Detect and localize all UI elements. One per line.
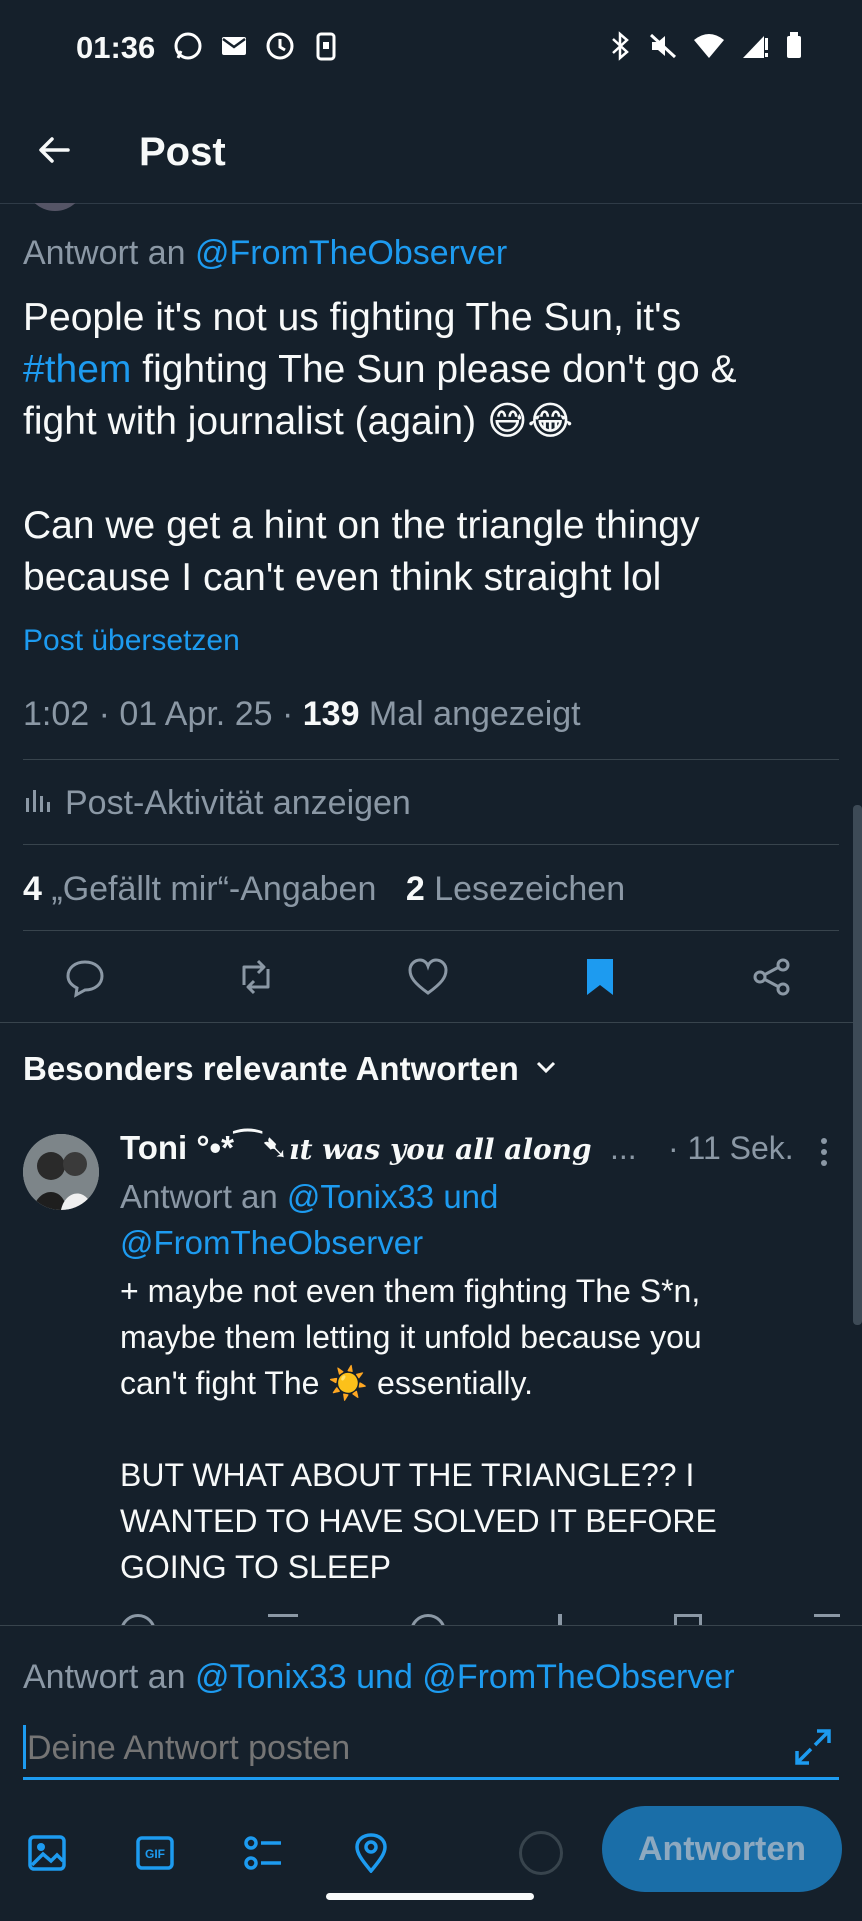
svg-text:GIF: GIF — [145, 1847, 165, 1861]
divider — [23, 930, 839, 931]
status-time: 01:36 — [76, 30, 156, 65]
post-line: fight with journalist (again) 😅😂 — [23, 400, 574, 443]
chevron-down-icon — [533, 1050, 559, 1088]
reply-handles-link[interactable]: @FromTheObserver — [120, 1220, 498, 1266]
bookmarks-stat[interactable]: 2 Lesezeichen — [406, 870, 625, 908]
whatsapp-icon — [172, 30, 204, 67]
post-reply-context: Antwort an @FromTheObserver — [23, 234, 507, 273]
reply-author[interactable]: Toni °•*⁀➷ıt was you all along — [120, 1128, 680, 1167]
post-line: People it's not us fighting The Sun, it'… — [23, 296, 682, 339]
replies-sort-dropdown[interactable]: Besonders relevante Antworten — [23, 1050, 559, 1088]
image-icon[interactable] — [27, 1833, 67, 1873]
likes-stat[interactable]: 4 „Gefällt mir“-Angaben — [23, 870, 376, 908]
views-label: Mal angezeigt — [359, 695, 581, 733]
avatar-partial — [25, 203, 85, 211]
hashtag-link[interactable]: #them — [23, 348, 131, 391]
avatar[interactable] — [23, 1134, 99, 1210]
share-icon[interactable] — [750, 955, 794, 999]
mail-icon — [218, 30, 250, 67]
translate-link[interactable]: Post übersetzen — [23, 624, 240, 658]
post-line: #them fighting The Sun please don't go & — [23, 344, 843, 396]
reply-context: Antwort an @Tonix33 und @FromTheObserver — [120, 1174, 498, 1266]
app-header: Post — [0, 100, 862, 204]
character-counter — [519, 1831, 563, 1875]
composer-reply-handles[interactable]: @Tonix33 und @FromTheObserver — [195, 1658, 735, 1696]
post-meta: 1:02 · 01 Apr. 25 · 139 Mal angezeigt — [23, 695, 581, 734]
reply-input[interactable] — [25, 1721, 769, 1775]
battery-icon — [784, 30, 804, 67]
reply-author-name-fancy: ıt was you all along — [288, 1133, 592, 1166]
post-timestamp: 1:02 · 01 Apr. 25 · — [23, 695, 303, 733]
replies-sort-label: Besonders relevante Antworten — [23, 1050, 519, 1087]
likes-count: 4 — [23, 870, 42, 908]
divider — [23, 844, 839, 845]
post-activity-label: Post-Aktivität anzeigen — [65, 784, 411, 822]
divider — [0, 1022, 862, 1023]
home-gesture-bar[interactable] — [326, 1893, 534, 1900]
views-count: 139 — [302, 695, 360, 733]
engagement-stats: 4 „Gefällt mir“-Angaben 2 Lesezeichen — [23, 870, 625, 909]
likes-label: „Gefällt mir“-Angaben — [41, 870, 377, 908]
page-title: Post — [139, 130, 226, 174]
composer-reply-prefix: Antwort an — [23, 1658, 186, 1696]
scrollbar[interactable] — [853, 805, 862, 1325]
back-arrow-icon[interactable] — [34, 130, 74, 170]
reply-line: + maybe not even them fighting The S*n, — [120, 1273, 701, 1309]
reply-line: WANTED TO HAVE SOLVED IT BEFORE — [120, 1503, 717, 1539]
reply-author-name: Toni °•*⁀➷ — [120, 1129, 289, 1166]
reply-line: can't fight The ☀️ essentially. — [120, 1365, 533, 1401]
repost-icon[interactable] — [234, 955, 278, 999]
status-bar: 01:36 — [0, 0, 862, 100]
reply-handles-link[interactable]: @Tonix33 und — [287, 1178, 498, 1215]
bluetooth-icon — [606, 30, 634, 67]
location-icon[interactable] — [351, 1833, 391, 1873]
reply-line: GOING TO SLEEP — [120, 1549, 391, 1585]
device-icon — [310, 30, 342, 67]
reply-line: maybe them letting it unfold because you — [120, 1319, 702, 1355]
post-line: because I can't even think straight lol — [23, 556, 662, 599]
gif-icon[interactable]: GIF — [135, 1833, 175, 1873]
reply-context-prefix: Antwort an — [120, 1178, 278, 1215]
bookmark-icon[interactable] — [578, 955, 622, 999]
post-activity-link[interactable]: Post-Aktivität anzeigen — [23, 784, 411, 823]
expand-icon[interactable] — [793, 1727, 833, 1767]
reply-icon[interactable] — [63, 955, 107, 999]
like-icon[interactable] — [406, 955, 450, 999]
more-options-icon[interactable] — [810, 1134, 838, 1170]
bookmarks-label: Lesezeichen — [424, 870, 626, 908]
post-line: Can we get a hint on the triangle thingy — [23, 504, 700, 547]
bookmarks-count: 2 — [405, 870, 425, 908]
reply-to-link[interactable]: @FromTheObserver — [195, 234, 507, 272]
reply-line: BUT WHAT ABOUT THE TRIANGLE?? I — [120, 1457, 695, 1493]
name-ellipsis: ... — [610, 1130, 637, 1166]
reply-composer: Antwort an @Tonix33 und @FromTheObserver… — [0, 1625, 862, 1921]
reply-input-wrapper — [23, 1721, 839, 1780]
mute-icon — [648, 30, 678, 67]
post-text: People it's not us fighting The Sun, it'… — [23, 292, 843, 604]
reply-prefix: Antwort an — [23, 234, 186, 272]
composer-reply-context: Antwort an @Tonix33 und @FromTheObserver — [23, 1658, 735, 1697]
poll-icon[interactable] — [243, 1833, 283, 1873]
reply-submit-button[interactable]: Antworten — [602, 1806, 842, 1892]
signal-icon — [740, 30, 770, 67]
alarm-icon — [264, 30, 296, 67]
reply-time: · 11 Sek. — [668, 1130, 794, 1166]
divider — [23, 759, 839, 760]
reply-text: + maybe not even them fighting The S*n, … — [120, 1268, 820, 1590]
wifi-icon — [692, 30, 726, 67]
post-line-text: fighting The Sun please don't go & — [131, 348, 737, 391]
analytics-icon — [23, 784, 53, 823]
